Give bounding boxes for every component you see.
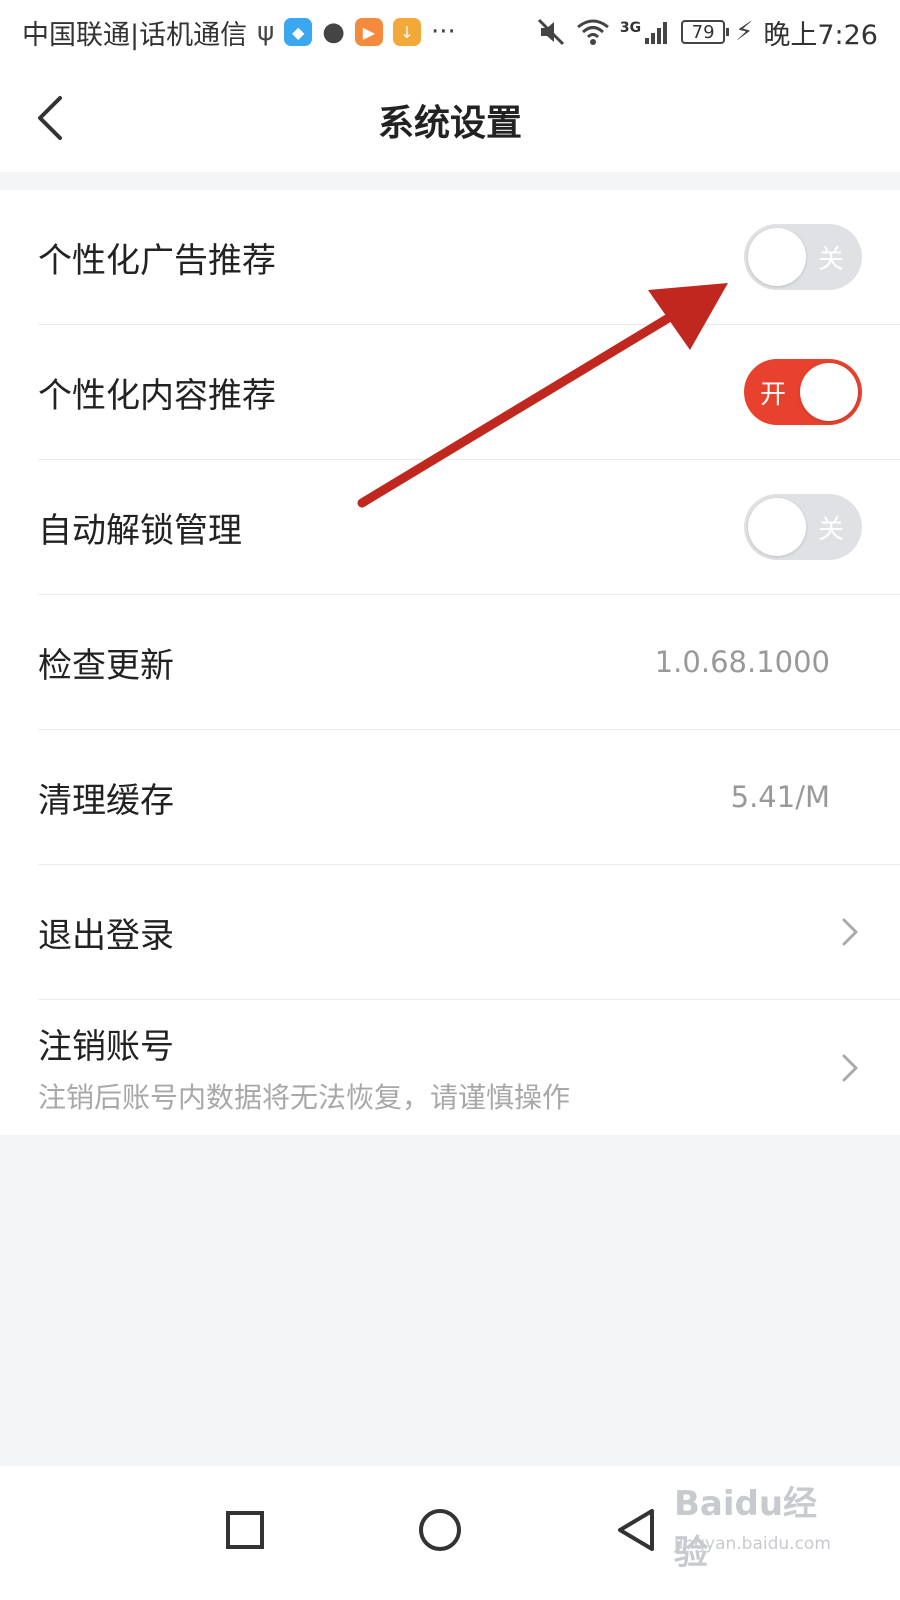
home-button[interactable] (405, 1496, 475, 1566)
carrier-label: 中国联通|话机通信 (22, 19, 248, 51)
setting-row-check-update[interactable]: 检查更新 1.0.68.1000 (38, 595, 900, 730)
cancel-account-text: 注销账号 注销后账号内数据将无法恢复，请谨慎操作 (38, 1019, 570, 1116)
toggle-knob (748, 228, 806, 286)
toggle-knob (800, 363, 858, 421)
ad-recommend-toggle[interactable]: 关 (744, 224, 862, 290)
setting-label: 个性化内容推荐 (38, 375, 276, 416)
toggle-state-text: 开 (760, 380, 787, 410)
setting-row-auto-unlock: 自动解锁管理 关 (38, 460, 900, 595)
nav-back-button[interactable] (600, 1496, 670, 1566)
setting-sublabel: 注销后账号内数据将无法恢复，请谨慎操作 (38, 1081, 571, 1114)
content-recommend-toggle[interactable]: 开 (744, 359, 862, 425)
setting-label: 退出登录 (38, 915, 174, 956)
setting-label: 清理缓存 (38, 780, 174, 821)
clock: 晚上7:26 (763, 19, 878, 51)
auto-unlock-toggle[interactable]: 关 (744, 494, 862, 560)
setting-row-clear-cache[interactable]: 清理缓存 5.41/M (38, 730, 900, 865)
battery-level: 79 (691, 21, 715, 43)
toggle-state-text: 关 (817, 515, 844, 545)
status-bar: 中国联通|话机通信 ψ ◆ ● ▶ ↓ ··· 3G 79 ⚡ 晚上7:26 (0, 0, 900, 64)
setting-label: 个性化广告推荐 (38, 240, 276, 281)
chevron-right-icon (842, 1054, 858, 1081)
triangle-back-icon (618, 1509, 654, 1551)
status-bar-left: 中国联通|话机通信 ψ ◆ ● ▶ ↓ ··· (22, 13, 456, 52)
shield-app-icon: ◆ (284, 18, 313, 46)
setting-label: 自动解锁管理 (38, 510, 242, 551)
chat-bubble-icon: ● (322, 17, 345, 47)
wifi-icon (576, 19, 609, 45)
page-header: 系统设置 (0, 64, 900, 172)
setting-label: 检查更新 (38, 645, 174, 686)
more-notifications-icon: ··· (430, 17, 456, 47)
toggle-state-text: 关 (817, 245, 844, 275)
setting-row-ad-recommend: 个性化广告推荐 关 (38, 190, 900, 325)
usb-icon: ψ (257, 17, 275, 47)
video-app-icon: ▶ (354, 18, 383, 46)
download-app-icon: ↓ (392, 18, 421, 46)
watermark-logo-text: Baidu经验 (674, 1484, 818, 1573)
network-type-label: 3G (619, 20, 642, 36)
charging-icon: ⚡ (735, 17, 754, 47)
recent-apps-button[interactable] (210, 1496, 280, 1566)
baidu-watermark: Baidu经验 jingyan.baidu.com (674, 1476, 844, 1573)
circle-icon (419, 1509, 461, 1551)
toggle-knob (748, 498, 806, 556)
version-value: 1.0.68.1000 (654, 645, 830, 679)
watermark-url: jingyan.baidu.com (674, 1534, 831, 1554)
battery-icon: 79 (681, 20, 730, 44)
setting-row-logout[interactable]: 退出登录 (38, 865, 900, 1000)
chevron-right-icon (842, 918, 858, 946)
cellular-signal-icon: 3G (619, 20, 668, 44)
cache-size-value: 5.41/M (730, 780, 830, 814)
status-bar-right: 3G 79 ⚡ 晚上7:26 (536, 13, 878, 52)
setting-label: 注销账号 (38, 1027, 174, 1067)
settings-list: 个性化广告推荐 关 个性化内容推荐 开 自动解锁管理 关 检查更新 1.0.68… (0, 190, 900, 1135)
mute-icon (537, 18, 564, 46)
setting-row-content-recommend: 个性化内容推荐 开 (38, 325, 900, 460)
page-title: 系统设置 (377, 103, 522, 144)
square-icon (226, 1511, 264, 1549)
setting-row-cancel-account[interactable]: 注销账号 注销后账号内数据将无法恢复，请谨慎操作 (38, 1000, 900, 1135)
